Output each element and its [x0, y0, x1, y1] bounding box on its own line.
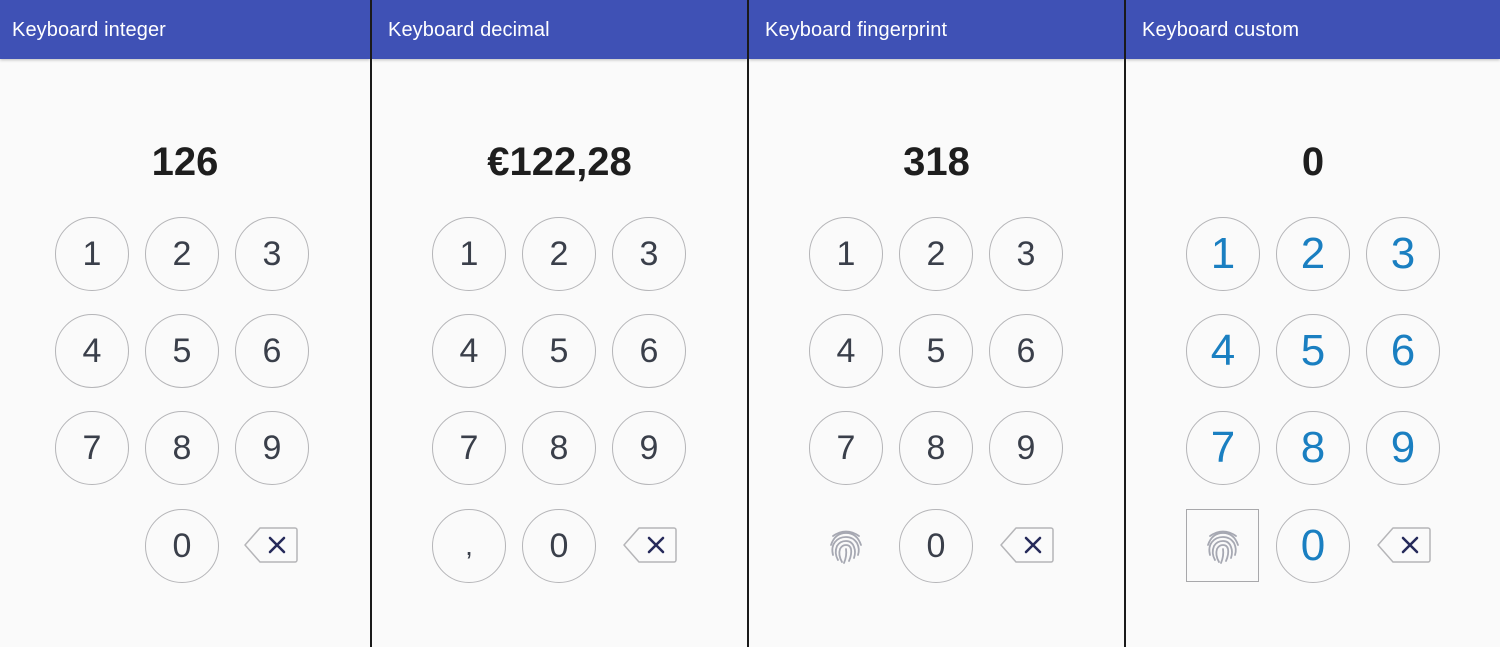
key-2[interactable]: 2	[1276, 217, 1350, 291]
app-bar: Keyboard custom	[1126, 0, 1500, 59]
app-bar: Keyboard fingerprint	[749, 0, 1124, 59]
app-bar-title: Keyboard decimal	[388, 19, 550, 41]
screen-keyboard-custom: Keyboard custom 0 1 2 3 4 5 6 7 8 9 0	[1126, 0, 1500, 647]
key-5[interactable]: 5	[1276, 314, 1350, 388]
fingerprint-button[interactable]	[1186, 509, 1259, 582]
key-2[interactable]: 2	[522, 217, 596, 291]
key-0[interactable]: 0	[899, 509, 973, 583]
key-4[interactable]: 4	[809, 314, 883, 388]
key-3[interactable]: 3	[989, 217, 1063, 291]
key-9[interactable]: 9	[1366, 411, 1440, 485]
app-bar-title: Keyboard fingerprint	[765, 19, 948, 41]
key-9[interactable]: 9	[235, 411, 309, 485]
key-6[interactable]: 6	[1366, 314, 1440, 388]
key-4[interactable]: 4	[1186, 314, 1260, 388]
key-5[interactable]: 5	[899, 314, 973, 388]
backspace-button[interactable]	[1377, 527, 1431, 563]
app-bar: Keyboard integer	[0, 0, 370, 59]
key-7[interactable]: 7	[1186, 411, 1260, 485]
key-8[interactable]: 8	[899, 411, 973, 485]
key-7[interactable]: 7	[432, 411, 506, 485]
screen-keyboard-integer: Keyboard integer 126 1 2 3 4 5 6 7 8 9 0	[0, 0, 370, 647]
key-7[interactable]: 7	[809, 411, 883, 485]
key-decimal-separator[interactable]: ,	[432, 509, 506, 583]
key-4[interactable]: 4	[432, 314, 506, 388]
key-1[interactable]: 1	[809, 217, 883, 291]
amount-display: 318	[903, 140, 970, 184]
backspace-button[interactable]	[623, 527, 677, 563]
key-8[interactable]: 8	[1276, 411, 1350, 485]
key-decimal-separator-label: ,	[465, 530, 473, 561]
key-2[interactable]: 2	[145, 217, 219, 291]
key-1[interactable]: 1	[55, 217, 129, 291]
key-3[interactable]: 3	[235, 217, 309, 291]
key-9[interactable]: 9	[989, 411, 1063, 485]
fingerprint-button[interactable]	[809, 509, 883, 583]
app-bar: Keyboard decimal	[372, 0, 747, 59]
screen-keyboard-decimal: Keyboard decimal €122,28 1 2 3 4 5 6 7 8…	[372, 0, 747, 647]
key-2[interactable]: 2	[899, 217, 973, 291]
key-7[interactable]: 7	[55, 411, 129, 485]
fingerprint-icon	[1206, 530, 1239, 564]
key-6[interactable]: 6	[989, 314, 1063, 388]
backspace-button[interactable]	[1000, 527, 1054, 563]
key-6[interactable]: 6	[612, 314, 686, 388]
backspace-icon	[1377, 527, 1431, 563]
key-4[interactable]: 4	[55, 314, 129, 388]
key-0[interactable]: 0	[145, 509, 219, 583]
key-1[interactable]: 1	[1186, 217, 1260, 291]
key-8[interactable]: 8	[522, 411, 596, 485]
key-9[interactable]: 9	[612, 411, 686, 485]
key-5[interactable]: 5	[145, 314, 219, 388]
key-6[interactable]: 6	[235, 314, 309, 388]
screen-keyboard-fingerprint: Keyboard fingerprint 318 1 2 3 4 5 6 7 8…	[749, 0, 1124, 647]
amount-display: €122,28	[487, 140, 632, 184]
key-0[interactable]: 0	[522, 509, 596, 583]
key-5[interactable]: 5	[522, 314, 596, 388]
backspace-icon	[244, 527, 298, 563]
key-1[interactable]: 1	[432, 217, 506, 291]
fingerprint-icon	[830, 530, 862, 564]
key-8[interactable]: 8	[145, 411, 219, 485]
key-0[interactable]: 0	[1276, 509, 1350, 583]
backspace-icon	[623, 527, 677, 563]
screens-container: Keyboard integer 126 1 2 3 4 5 6 7 8 9 0…	[0, 0, 1500, 647]
app-bar-title: Keyboard integer	[12, 19, 166, 41]
backspace-button[interactable]	[244, 527, 298, 563]
key-3[interactable]: 3	[612, 217, 686, 291]
app-bar-title: Keyboard custom	[1142, 19, 1300, 41]
amount-display: 0	[1301, 140, 1325, 184]
key-3[interactable]: 3	[1366, 217, 1440, 291]
amount-display: 126	[151, 140, 219, 184]
backspace-icon	[1000, 527, 1054, 563]
